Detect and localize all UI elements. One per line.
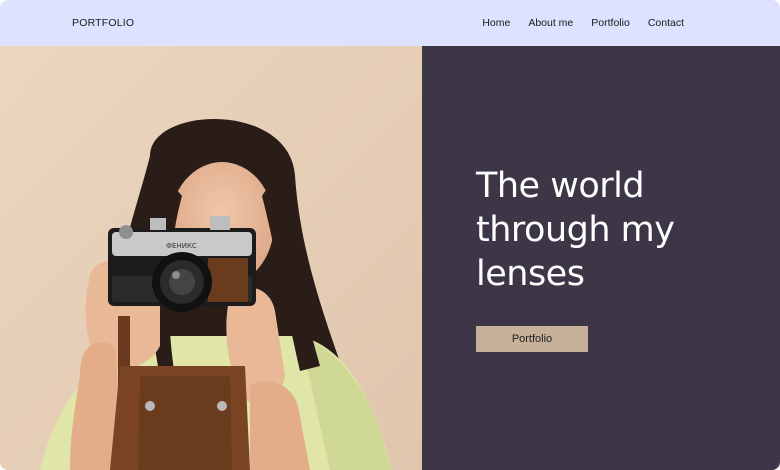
camera-brand-text: ФЕНИКС	[166, 242, 197, 250]
hero-section: ФЕНИКС The world through my lenses Portf…	[0, 46, 780, 470]
nav-portfolio[interactable]: Portfolio	[591, 17, 630, 29]
photographer-illustration: ФЕНИКС	[0, 46, 422, 470]
nav-contact[interactable]: Contact	[648, 17, 684, 29]
hero-photo: ФЕНИКС	[0, 46, 422, 470]
hero-title: The world through my lenses	[476, 166, 675, 294]
page: PORTFOLIO Home About me Portfolio Contac…	[0, 0, 780, 470]
main-nav: Home About me Portfolio Contact	[482, 17, 684, 29]
nav-about-me[interactable]: About me	[528, 17, 573, 29]
site-logo[interactable]: PORTFOLIO	[72, 17, 134, 29]
portfolio-button[interactable]: Portfolio	[476, 326, 588, 352]
hero-text-panel: The world through my lenses Portfolio	[422, 46, 780, 470]
nav-home[interactable]: Home	[482, 17, 510, 29]
site-header: PORTFOLIO Home About me Portfolio Contac…	[0, 0, 780, 46]
